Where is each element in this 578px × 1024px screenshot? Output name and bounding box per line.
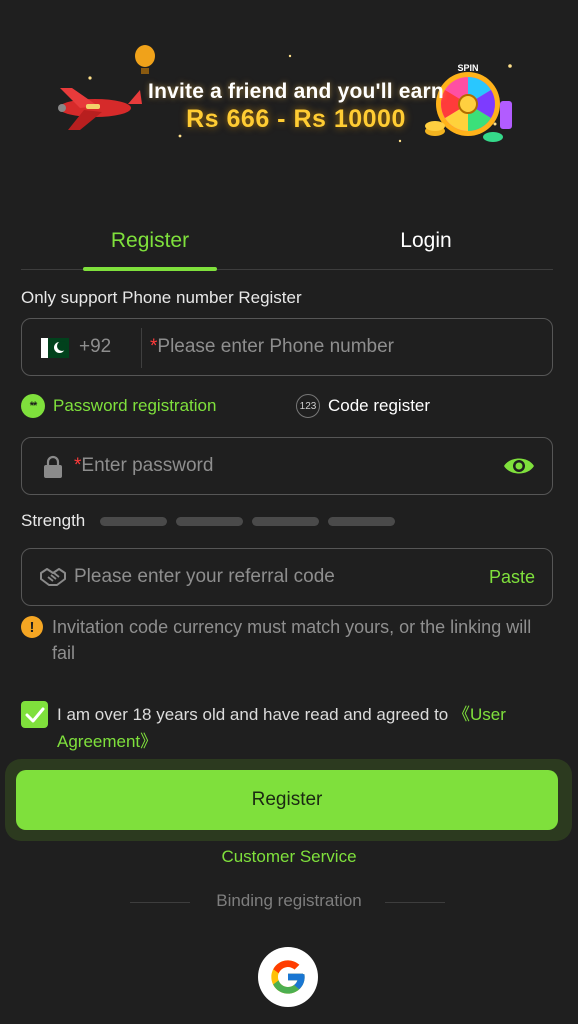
- banner-headline: Invite a friend and you'll earn: [148, 80, 444, 103]
- strength-bar-segment: [176, 517, 243, 526]
- password-registration-label: Password registration: [53, 396, 217, 415]
- code-123-icon: 123: [296, 394, 320, 418]
- age-agreement: I am over 18 years old and have read and…: [21, 701, 551, 755]
- warning-icon: !: [21, 616, 43, 638]
- google-icon: [271, 960, 305, 994]
- lock-icon: [44, 455, 62, 478]
- register-button[interactable]: Register: [16, 770, 558, 830]
- password-registration-option[interactable]: ** Password registration: [21, 394, 216, 418]
- strength-label: Strength: [21, 511, 86, 530]
- agreement-checkbox[interactable]: [21, 701, 48, 728]
- active-tab-indicator: [83, 267, 217, 271]
- phone-input[interactable]: *Please enter Phone number: [150, 336, 394, 358]
- check-icon: [25, 707, 44, 722]
- paste-button[interactable]: Paste: [489, 567, 535, 588]
- strength-bar-segment: [100, 517, 167, 526]
- field-divider: [141, 328, 142, 368]
- country-code[interactable]: +92: [79, 336, 111, 358]
- register-button-container: Register: [5, 759, 572, 841]
- tab-login-label: Login: [400, 229, 452, 252]
- password-input[interactable]: *Enter password: [74, 455, 213, 477]
- tab-register[interactable]: Register: [83, 212, 217, 271]
- code-register-option[interactable]: 123 Code register: [296, 394, 430, 418]
- auth-tabs: Register Login: [21, 212, 553, 271]
- banner-text: Invite a friend and you'll earn Rs 666 -…: [146, 80, 446, 134]
- handshake-icon: [40, 568, 66, 586]
- tab-register-label: Register: [110, 229, 190, 252]
- code-register-label: Code register: [328, 396, 431, 415]
- divider-line: [385, 902, 445, 903]
- agreement-text: I am over 18 years old and have read and…: [57, 701, 551, 755]
- referral-field[interactable]: Please enter your referral code Paste: [21, 548, 553, 606]
- svg-text:SPIN: SPIN: [457, 63, 478, 73]
- password-dots-icon: **: [21, 394, 45, 418]
- airplane-icon: [58, 88, 142, 130]
- agreement-statement: I am over 18 years old and have read and…: [57, 705, 453, 724]
- referral-placeholder: Please enter your referral code: [74, 566, 335, 587]
- tab-login[interactable]: Login: [361, 212, 491, 270]
- phone-placeholder: Please enter Phone number: [157, 336, 395, 357]
- promo-banner[interactable]: SPIN Invite a friend and you'll earn Rs …: [40, 36, 530, 156]
- currency-warning: ! Invitation code currency must match yo…: [21, 614, 541, 666]
- banner-reward-range: Rs 666 - Rs 10000: [186, 105, 406, 133]
- register-hint: Only support Phone number Register: [21, 288, 302, 307]
- warning-text: Invitation code currency must match your…: [52, 617, 532, 663]
- binding-registration-label: Binding registration: [216, 891, 362, 910]
- phone-field[interactable]: +92 *Please enter Phone number: [21, 318, 553, 376]
- pakistan-flag-icon[interactable]: [41, 338, 69, 358]
- referral-input[interactable]: Please enter your referral code: [74, 566, 335, 588]
- strength-bar-segment: [328, 517, 395, 526]
- google-login-button[interactable]: [258, 947, 318, 1007]
- strength-bar-segment: [252, 517, 319, 526]
- password-field[interactable]: *Enter password: [21, 437, 553, 495]
- password-placeholder: Enter password: [81, 455, 214, 476]
- eye-icon[interactable]: [503, 455, 535, 477]
- customer-service-link[interactable]: Customer Service: [0, 847, 578, 867]
